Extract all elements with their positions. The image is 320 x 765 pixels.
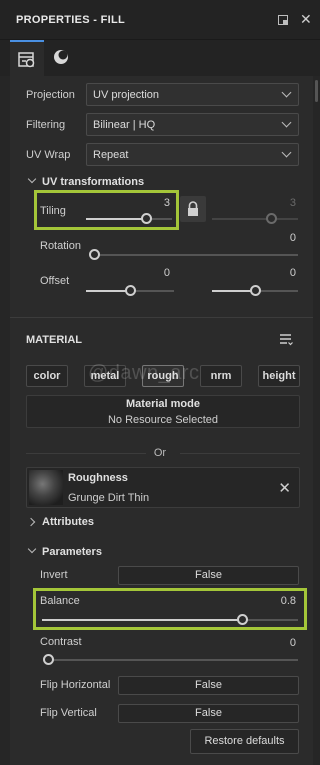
restore-defaults-button[interactable]: Restore defaults bbox=[190, 729, 299, 754]
balance-slider-handle[interactable] bbox=[236, 614, 248, 625]
chevron-down-icon bbox=[281, 147, 292, 158]
offset-label: Offset bbox=[40, 275, 70, 287]
uv-wrap-value: Repeat bbox=[93, 149, 129, 161]
offset-u-value[interactable]: 0 bbox=[150, 267, 170, 279]
section-divider bbox=[10, 317, 313, 318]
channel-color-button[interactable]: color bbox=[26, 365, 68, 387]
remove-resource-icon[interactable]: ✕ bbox=[278, 479, 291, 497]
tiling-v-slider-handle bbox=[266, 213, 277, 224]
filtering-value: Bilinear | HQ bbox=[93, 119, 156, 131]
flip-vertical-toggle[interactable]: False bbox=[118, 704, 299, 723]
tiling-v-value: 3 bbox=[289, 197, 296, 209]
flip-horizontal-label: Flip Horizontal bbox=[40, 679, 111, 691]
tiling-slider-handle[interactable] bbox=[140, 213, 152, 224]
lock-icon[interactable] bbox=[180, 196, 206, 222]
tiling-label: Tiling bbox=[40, 205, 66, 217]
fill-settings-icon bbox=[18, 52, 35, 68]
filtering-label: Filtering bbox=[26, 119, 66, 131]
tiling-slider-fill bbox=[86, 218, 146, 220]
attributes-header[interactable]: Attributes bbox=[42, 516, 94, 528]
resource-name: Roughness bbox=[68, 472, 128, 484]
fill-properties-tab[interactable] bbox=[10, 40, 44, 76]
material-mode-box[interactable]: Material mode No Resource Selected bbox=[26, 395, 300, 428]
offset-u-slider-fill bbox=[86, 290, 130, 292]
projection-label: Projection bbox=[26, 89, 75, 101]
watermark-text: @dawn_arc bbox=[88, 362, 200, 384]
balance-label: Balance bbox=[40, 595, 80, 607]
invert-label: Invert bbox=[40, 569, 68, 581]
offset-u-slider-handle[interactable] bbox=[125, 285, 136, 296]
tab-bar bbox=[0, 40, 320, 76]
rotation-slider-handle[interactable] bbox=[89, 249, 100, 260]
tiling-value[interactable]: 3 bbox=[150, 197, 170, 209]
material-mode-subtitle: No Resource Selected bbox=[107, 414, 219, 426]
offset-v-value[interactable]: 0 bbox=[276, 267, 296, 279]
panel-title: PROPERTIES - FILL bbox=[16, 14, 125, 26]
flip-horizontal-toggle[interactable]: False bbox=[118, 676, 299, 695]
chevron-down-icon bbox=[281, 87, 292, 98]
scrollbar-thumb[interactable] bbox=[315, 80, 318, 102]
uv-wrap-dropdown[interactable]: Repeat bbox=[86, 143, 299, 166]
projection-dropdown[interactable]: UV projection bbox=[86, 83, 299, 106]
left-gutter bbox=[0, 76, 10, 765]
close-icon[interactable]: ✕ bbox=[300, 11, 312, 28]
float-window-icon[interactable] bbox=[278, 15, 288, 25]
contrast-slider-handle[interactable] bbox=[43, 654, 54, 665]
panel-titlebar: PROPERTIES - FILL ✕ bbox=[0, 0, 320, 40]
rotation-slider-track[interactable] bbox=[92, 254, 298, 256]
filtering-dropdown[interactable]: Bilinear | HQ bbox=[86, 113, 299, 136]
scrollbar-track[interactable] bbox=[313, 76, 320, 765]
contrast-label: Contrast bbox=[40, 636, 82, 648]
offset-v-slider-handle[interactable] bbox=[250, 285, 261, 296]
tiling-v-slider-track bbox=[212, 218, 298, 220]
material-header: MATERIAL bbox=[26, 334, 83, 346]
uv-wrap-label: UV Wrap bbox=[26, 149, 71, 161]
material-preview-tab[interactable] bbox=[44, 40, 78, 76]
offset-v-slider-fill bbox=[212, 290, 255, 292]
channel-nrm-button[interactable]: nrm bbox=[200, 365, 242, 387]
contrast-slider-track[interactable] bbox=[48, 659, 298, 661]
resource-card[interactable]: Roughness Grunge Dirt Thin ✕ bbox=[26, 467, 300, 508]
section-expand-icon[interactable] bbox=[27, 174, 37, 184]
sphere-icon bbox=[54, 50, 68, 64]
uv-transformations-header[interactable]: UV transformations bbox=[42, 176, 144, 188]
section-expand-icon[interactable] bbox=[27, 544, 37, 554]
resource-subtitle: Grunge Dirt Thin bbox=[68, 492, 150, 504]
parameters-header[interactable]: Parameters bbox=[42, 546, 102, 558]
list-menu-icon[interactable] bbox=[278, 332, 294, 348]
projection-value: UV projection bbox=[93, 89, 160, 101]
contrast-value[interactable]: 0 bbox=[276, 637, 296, 649]
rotation-label: Rotation bbox=[40, 240, 81, 252]
flip-vertical-label: Flip Vertical bbox=[40, 707, 97, 719]
material-mode-title: Material mode bbox=[126, 398, 200, 410]
chevron-down-icon bbox=[281, 117, 292, 128]
rotation-value[interactable]: 0 bbox=[276, 232, 296, 244]
channel-height-button[interactable]: height bbox=[258, 365, 300, 387]
invert-toggle[interactable]: False bbox=[118, 566, 299, 585]
balance-slider-fill bbox=[42, 619, 242, 621]
or-divider-right bbox=[180, 453, 300, 454]
balance-value[interactable]: 0.8 bbox=[266, 595, 296, 607]
chevron-right-icon[interactable] bbox=[26, 517, 36, 527]
resource-thumbnail bbox=[29, 470, 63, 505]
